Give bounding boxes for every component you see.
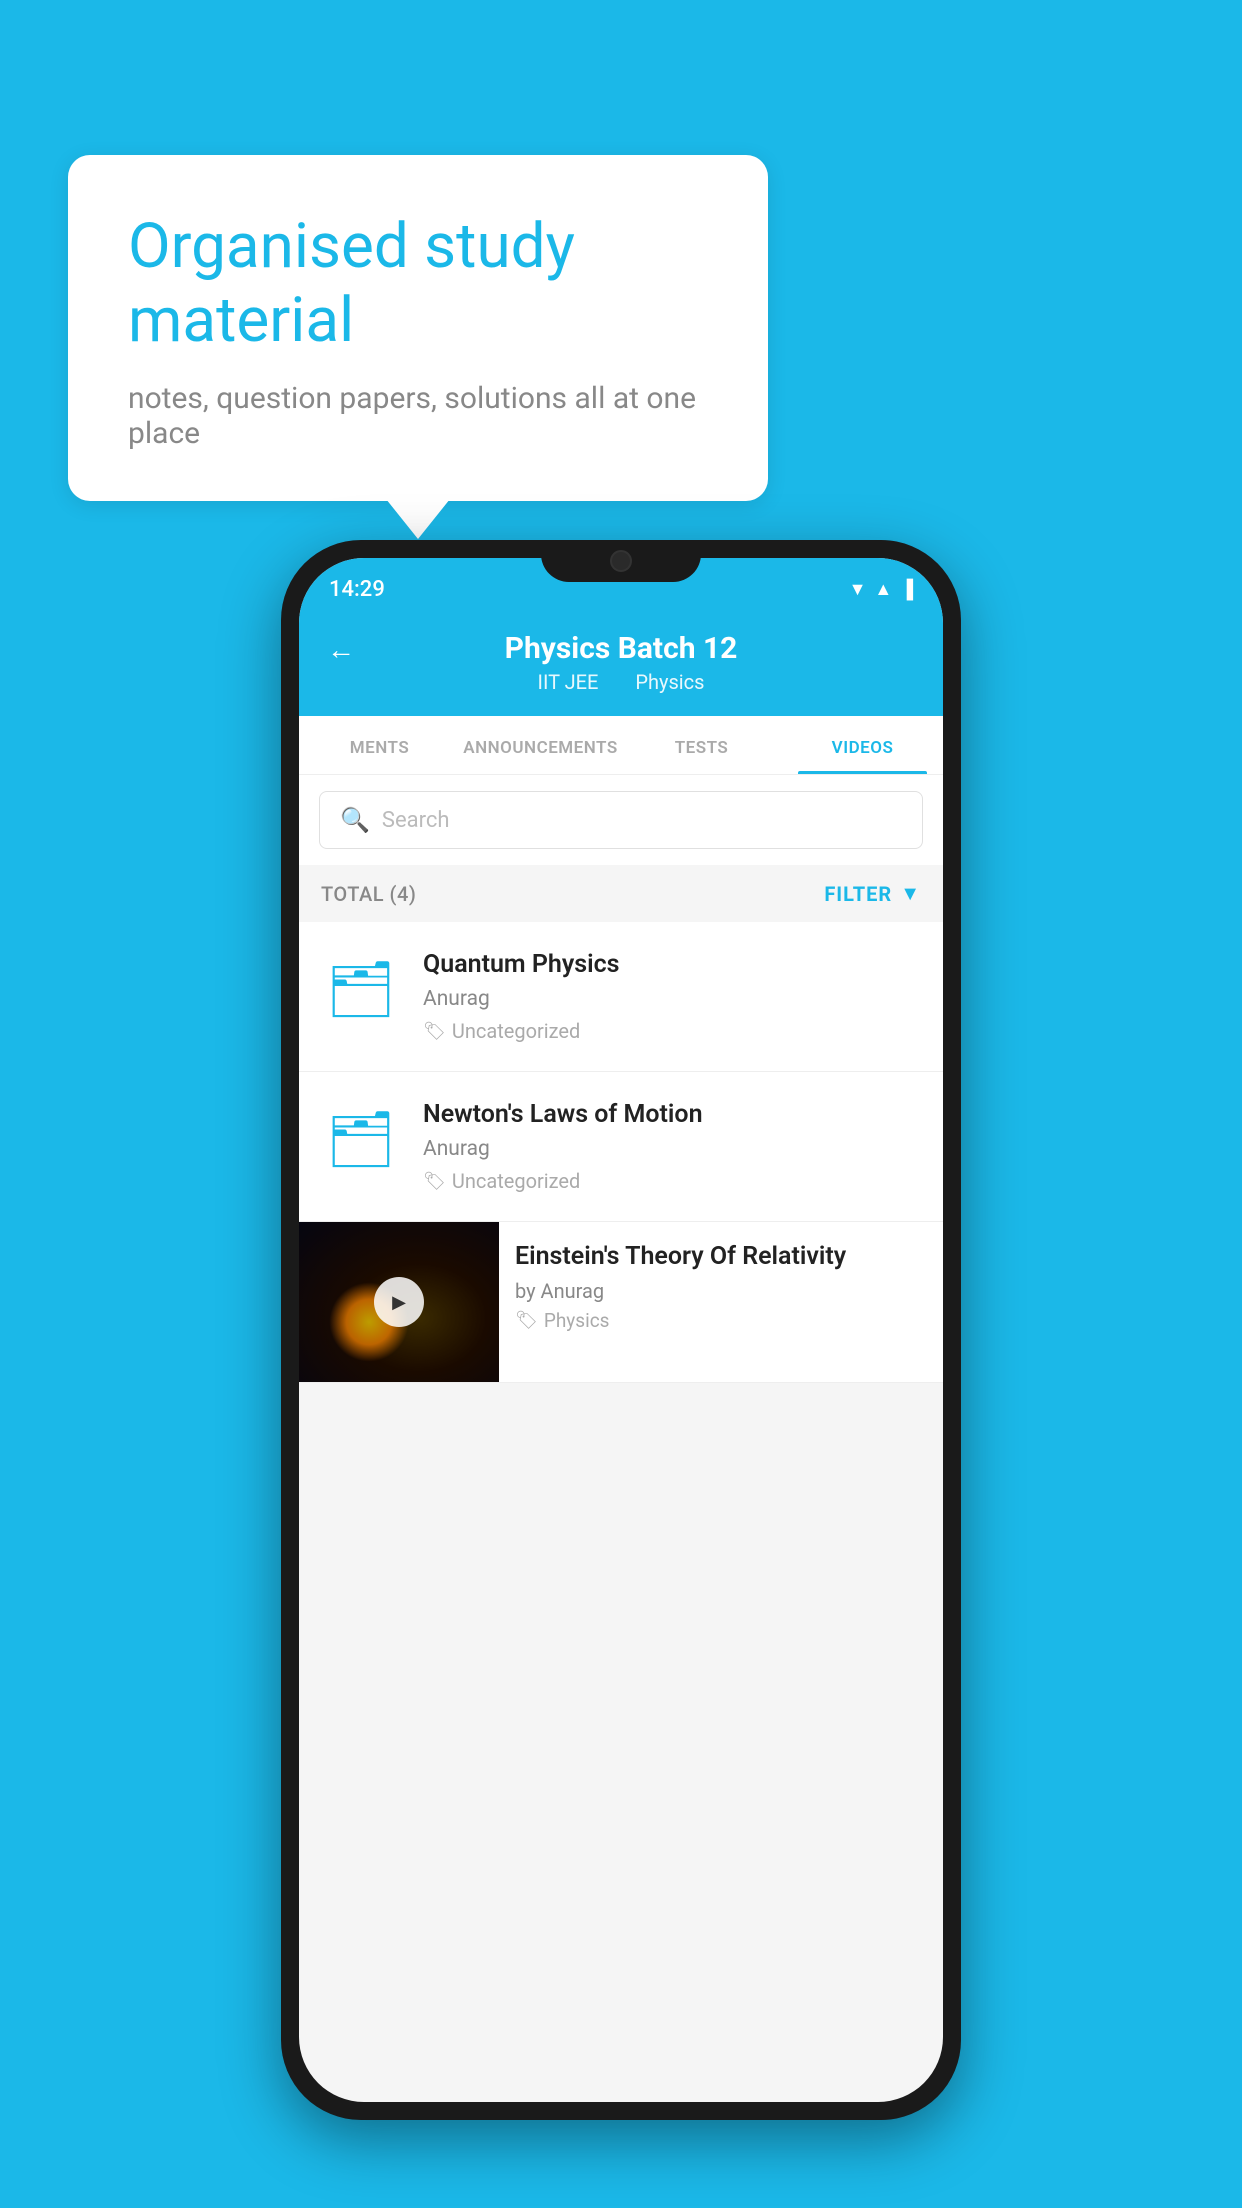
play-button[interactable]: ▶ <box>374 1277 424 1327</box>
tag-label: Uncategorized <box>452 1169 580 1193</box>
tabs-bar: MENTS ANNOUNCEMENTS TESTS VIDEOS <box>299 716 943 775</box>
item-thumbnail: 🗂 <box>321 950 401 1030</box>
filter-icon: ▼ <box>900 881 921 906</box>
header-subtitle-iitjee: IIT JEE <box>538 670 599 694</box>
header-subtitle-physics: Physics <box>635 670 704 694</box>
signal-icon: ▲ <box>874 579 892 600</box>
wifi-icon: ▼ <box>849 579 867 600</box>
item-author: Anurag <box>423 987 921 1011</box>
item-author: by Anurag <box>515 1279 927 1303</box>
item-tag: 🏷 Physics <box>515 1309 927 1332</box>
battery-icon: ▐ <box>900 579 913 600</box>
tab-tests[interactable]: TESTS <box>621 716 782 774</box>
tab-videos[interactable]: VIDEOS <box>782 716 943 774</box>
filter-label: FILTER <box>824 882 892 906</box>
tag-icon: 🏷 <box>515 1310 538 1331</box>
status-time: 14:29 <box>329 577 385 602</box>
item-info: Quantum Physics Anurag 🏷 Uncategorized <box>423 950 921 1043</box>
item-tag: 🏷 Uncategorized <box>423 1169 921 1193</box>
app-header: ← Physics Batch 12 IIT JEE Physics <box>299 613 943 716</box>
item-title: Einstein's Theory Of Relativity <box>515 1242 927 1271</box>
item-info: Newton's Laws of Motion Anurag 🏷 Uncateg… <box>423 1100 921 1193</box>
item-tag: 🏷 Uncategorized <box>423 1019 921 1043</box>
video-list: 🗂 Quantum Physics Anurag 🏷 Uncategorized <box>299 922 943 1383</box>
phone-mockup: 14:29 ▼ ▲ ▐ ← Physics Batch 12 IIT JEE P… <box>281 540 961 2120</box>
total-label: TOTAL (4) <box>321 882 416 906</box>
phone-screen: 14:29 ▼ ▲ ▐ ← Physics Batch 12 IIT JEE P… <box>299 558 943 2102</box>
tag-label: Physics <box>544 1309 610 1332</box>
item-title: Quantum Physics <box>423 950 921 979</box>
phone-camera <box>610 550 632 572</box>
item-info: Einstein's Theory Of Relativity by Anura… <box>499 1222 943 1352</box>
tag-icon: 🏷 <box>423 1021 446 1042</box>
status-icons: ▼ ▲ ▐ <box>849 579 913 600</box>
list-item[interactable]: 🗂 Quantum Physics Anurag 🏷 Uncategorized <box>299 922 943 1072</box>
folder-icon: 🗂 <box>326 963 396 1018</box>
bubble-subtitle: notes, question papers, solutions all at… <box>128 381 708 451</box>
search-icon: 🔍 <box>340 806 370 834</box>
phone-notch <box>541 540 701 582</box>
list-item[interactable]: ▶ Einstein's Theory Of Relativity by Anu… <box>299 1222 943 1383</box>
tag-icon: 🏷 <box>423 1171 446 1192</box>
item-author: Anurag <box>423 1137 921 1161</box>
phone-outer: 14:29 ▼ ▲ ▐ ← Physics Batch 12 IIT JEE P… <box>281 540 961 2120</box>
header-subtitle: IIT JEE Physics <box>530 670 713 694</box>
folder-icon: 🗂 <box>326 1113 396 1168</box>
search-container: 🔍 Search <box>299 775 943 865</box>
bubble-title: Organised study material <box>128 210 708 359</box>
tab-ments[interactable]: MENTS <box>299 716 460 774</box>
speech-bubble: Organised study material notes, question… <box>68 155 768 501</box>
list-item[interactable]: 🗂 Newton's Laws of Motion Anurag 🏷 Uncat… <box>299 1072 943 1222</box>
header-title: Physics Batch 12 <box>505 631 738 666</box>
filter-button[interactable]: FILTER ▼ <box>824 881 921 906</box>
search-bar[interactable]: 🔍 Search <box>319 791 923 849</box>
tab-announcements[interactable]: ANNOUNCEMENTS <box>460 716 621 774</box>
video-thumbnail: ▶ <box>299 1222 499 1382</box>
search-placeholder: Search <box>382 808 450 833</box>
filter-row: TOTAL (4) FILTER ▼ <box>299 865 943 922</box>
item-title: Newton's Laws of Motion <box>423 1100 921 1129</box>
tag-label: Uncategorized <box>452 1019 580 1043</box>
item-thumbnail: 🗂 <box>321 1100 401 1180</box>
back-button[interactable]: ← <box>327 633 355 666</box>
